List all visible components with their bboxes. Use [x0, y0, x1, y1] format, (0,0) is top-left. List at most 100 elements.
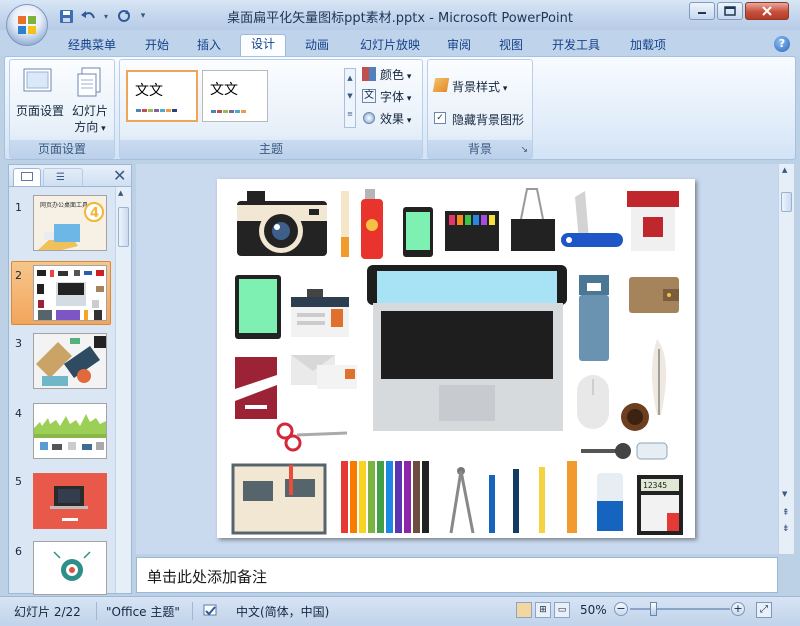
outline-tab-icon: ☰	[56, 172, 65, 183]
zoom-thumb[interactable]	[650, 602, 657, 616]
tab-review[interactable]: 审阅	[438, 36, 480, 56]
hide-background-checkbox[interactable]: ✓ 隐藏背景图形	[434, 111, 524, 128]
minimize-button[interactable]	[689, 2, 715, 20]
zoom-level[interactable]: 50%	[580, 603, 607, 617]
scroll-thumb[interactable]	[781, 192, 792, 212]
panel-close-icon[interactable]: ✕	[113, 166, 126, 185]
status-separator	[96, 602, 97, 620]
tab-design[interactable]: 设计	[240, 34, 286, 56]
slides-tab-icon	[21, 172, 33, 181]
maximize-button[interactable]	[717, 2, 743, 20]
scroll-up-icon[interactable]: ▲	[782, 166, 787, 174]
slide-thumbnail-4[interactable]	[33, 403, 107, 459]
page-setup-button[interactable]: 页面设置	[16, 64, 64, 122]
page-setup-icon	[23, 68, 52, 92]
book-icon	[235, 357, 277, 419]
slide-number: 1	[15, 201, 22, 214]
slide-number: 4	[15, 407, 22, 420]
status-separator	[192, 602, 193, 620]
theme-alt-thumb[interactable]: 文文	[202, 70, 268, 122]
zoom-in-icon[interactable]: +	[731, 602, 745, 616]
binder-clip-icon	[511, 188, 555, 251]
color-markers-icon	[341, 461, 429, 533]
language[interactable]: 中文(简体，中国)	[236, 603, 329, 620]
tab-outline[interactable]: ☰	[43, 168, 83, 186]
sharpener-icon	[627, 191, 679, 251]
slide-thumbnail-3[interactable]	[33, 333, 107, 389]
theme-gallery-scroller[interactable]: ▲ ▼ ≡	[344, 68, 356, 128]
tab-slides[interactable]	[13, 168, 41, 186]
theme-fonts-button[interactable]: 文字体 ▾	[362, 88, 411, 105]
paint-bucket-icon	[432, 78, 450, 92]
orientation-icon	[77, 67, 101, 97]
next-slide-icon[interactable]: ⇟	[782, 524, 790, 534]
title-bar: ▾ ▾ 桌面扁平化矢量图标ppt素材.pptx - Microsoft Powe…	[0, 0, 800, 30]
slide-number: 6	[15, 545, 22, 558]
markers-icon	[445, 211, 499, 251]
theme-office-thumb[interactable]: 文文	[126, 70, 198, 122]
slide-counter: 幻灯片 2/22	[14, 605, 81, 619]
compass-icon	[449, 467, 475, 534]
status-bar: 幻灯片 2/22 "Office 主题" 中文(简体，中国) ⊞ ▭ 50% −…	[0, 596, 800, 626]
coffee-cup-icon	[621, 403, 649, 431]
dialog-launcher-icon[interactable]: ↘	[520, 145, 528, 155]
ribbon-tabs: 经典菜单 开始 插入 设计 动画 幻灯片放映 审阅 视图 开发工具 加载项 ?	[0, 30, 800, 56]
panel-scrollbar[interactable]: ▲	[115, 187, 131, 593]
theme-effects-button[interactable]: 效果 ▾	[362, 110, 411, 127]
editor-scrollbar[interactable]: ▲ ▼ ⇞ ⇟	[778, 164, 794, 554]
tab-insert[interactable]: 插入	[188, 36, 230, 56]
tab-slideshow[interactable]: 幻灯片放映	[350, 36, 430, 56]
office-button[interactable]	[6, 4, 48, 46]
fit-to-window-icon[interactable]: ⤢	[756, 602, 772, 618]
help-icon[interactable]: ?	[774, 36, 790, 52]
normal-view-icon[interactable]	[516, 602, 532, 618]
pens-icon	[489, 467, 545, 533]
slide-number: 3	[15, 337, 22, 350]
pencil-icon	[341, 191, 349, 257]
slides-panel: ☰ ✕ 1 网页办公桌面工具 4 2 3 4 5 6 ▲	[8, 164, 132, 595]
theme-name: "Office 主题"	[106, 605, 180, 619]
themes-group-label: 主题	[120, 140, 422, 158]
background-styles-button[interactable]: 背景样式 ▾	[432, 78, 507, 95]
scroll-up-icon[interactable]: ▲	[118, 189, 123, 197]
previous-slide-icon[interactable]: ⇞	[782, 508, 790, 518]
phone-icon	[403, 207, 433, 257]
tab-classic-menu[interactable]: 经典菜单	[58, 36, 126, 56]
sorter-view-icon[interactable]: ⊞	[535, 602, 551, 618]
slideshow-view-icon[interactable]: ▭	[554, 602, 570, 618]
spellcheck-icon[interactable]	[202, 603, 218, 619]
slide-thumbnail-1[interactable]: 网页办公桌面工具 4	[33, 195, 107, 251]
id-badge-icon	[291, 289, 349, 337]
zoom-out-icon[interactable]: −	[614, 602, 628, 616]
slide-thumbnail-2[interactable]	[33, 265, 107, 321]
zoom-slider[interactable]	[630, 608, 730, 610]
pocket-knife-icon	[561, 191, 623, 247]
checkbox-check-icon: ✓	[434, 112, 446, 124]
slide-orientation-button[interactable]: 幻灯片 方向 ▾	[70, 64, 110, 134]
feather-pen-icon	[652, 339, 667, 415]
usb-drive-icon	[579, 275, 609, 361]
slide-canvas[interactable]: 12345	[217, 179, 695, 538]
scroll-thumb[interactable]	[118, 207, 129, 247]
tab-developer[interactable]: 开发工具	[542, 36, 610, 56]
calculator-display: 12345	[643, 481, 667, 490]
mouse-icon	[577, 375, 609, 429]
camera-icon	[237, 191, 327, 256]
scroll-down-icon[interactable]: ▼	[782, 490, 787, 498]
tab-view[interactable]: 视图	[490, 36, 532, 56]
slide1-title: 网页办公桌面工具	[40, 201, 88, 209]
scissors-icon	[276, 422, 348, 452]
panel-tabs: ☰ ✕	[9, 165, 131, 187]
slide-thumbnail-6[interactable]	[33, 541, 107, 595]
page-setup-group-label: 页面设置	[10, 140, 114, 158]
notebook-icon	[231, 463, 327, 535]
close-button[interactable]	[745, 2, 789, 20]
ribbon: 页面设置 幻灯片 方向 ▾ 页面设置 文文 文文 ▲ ▼ ≡ 颜色 ▾ 文字体 …	[4, 56, 796, 160]
tab-addins[interactable]: 加载项	[620, 36, 676, 56]
page-setup-group: 页面设置 幻灯片 方向 ▾ 页面设置	[9, 59, 115, 159]
theme-colors-button[interactable]: 颜色 ▾	[362, 66, 411, 83]
tab-home[interactable]: 开始	[136, 36, 178, 56]
slide-thumbnail-5[interactable]	[33, 473, 107, 529]
notes-pane[interactable]: 单击此处添加备注	[136, 557, 778, 593]
tab-animation[interactable]: 动画	[296, 36, 338, 56]
